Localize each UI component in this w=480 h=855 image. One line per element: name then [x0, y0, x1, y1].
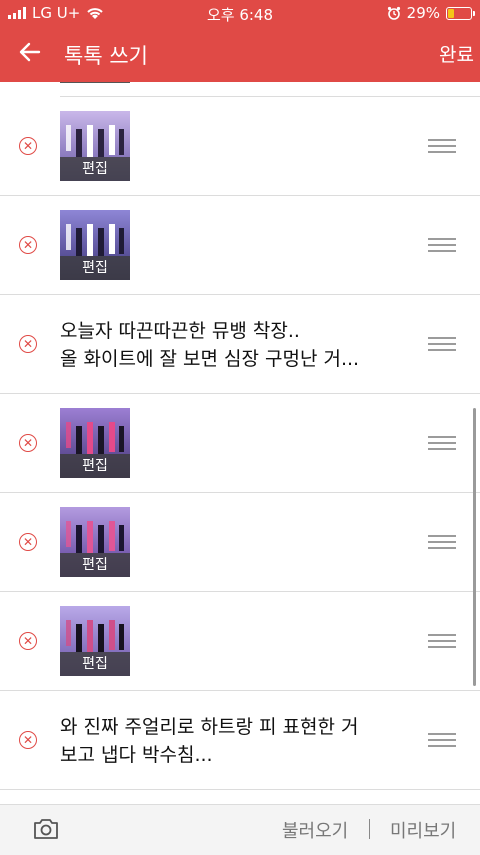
x-icon: ✕ — [22, 337, 34, 351]
drag-handle-icon[interactable] — [428, 733, 456, 751]
edit-image-button[interactable]: 편집 — [60, 157, 130, 181]
image-thumbnail[interactable]: 편집 — [60, 507, 130, 577]
text-row: ✕ 오늘자 따끈따끈한 뮤뱅 착장.. 올 화이트에 잘 보면 심장 구멍난 거… — [0, 295, 480, 394]
drag-handle-icon[interactable] — [428, 436, 456, 454]
image-thumbnail[interactable]: 편집 — [60, 111, 130, 181]
status-bar: LG U+ 오후 6:48 29% — [0, 0, 480, 26]
image-row: ✕ 편집 — [0, 97, 480, 196]
remove-item-button[interactable]: ✕ — [19, 731, 37, 749]
image-row: ✕ 편집 — [0, 394, 480, 493]
x-icon: ✕ — [22, 733, 34, 747]
edit-image-button[interactable]: 편집 — [60, 652, 130, 676]
drag-handle-icon[interactable] — [428, 634, 456, 652]
remove-item-button[interactable]: ✕ — [19, 335, 37, 353]
x-icon: ✕ — [22, 535, 34, 549]
back-arrow-icon — [19, 42, 41, 62]
x-icon: ✕ — [22, 238, 34, 252]
x-icon: ✕ — [22, 634, 34, 648]
scrollbar[interactable] — [473, 408, 476, 686]
text-block[interactable]: 와 진짜 주얼리로 하트랑 피 표현한 거 보고 냅다 박수침... — [60, 713, 400, 769]
battery-icon — [446, 6, 475, 20]
preview-button[interactable]: 미리보기 — [390, 817, 456, 843]
edit-image-button[interactable]: 편집 — [60, 553, 130, 577]
image-row: ✕ 편집 — [0, 196, 480, 295]
text-line: 오늘자 따끈따끈한 뮤뱅 착장.. — [60, 320, 300, 342]
app-header: LG U+ 오후 6:48 29% 톡톡 쓰기 완료 — [0, 0, 480, 82]
image-thumbnail[interactable]: 편집 — [60, 408, 130, 478]
image-row: ✕ 편집 — [0, 592, 480, 691]
drag-handle-icon[interactable] — [428, 238, 456, 256]
x-icon: ✕ — [22, 139, 34, 153]
page-title: 톡톡 쓰기 — [64, 44, 148, 68]
drag-handle-icon[interactable] — [428, 139, 456, 157]
image-row: ✕ 편집 — [0, 493, 480, 592]
post-content-list: ✕ 편집 ✕ 편집 ✕ 오늘자 따끈따끈한 뮤뱅 착장.. 올 화이트에 잘 보… — [0, 82, 480, 804]
image-thumbnail[interactable]: 편집 — [60, 606, 130, 676]
remove-item-button[interactable]: ✕ — [19, 434, 37, 452]
partial-row — [60, 82, 480, 97]
drag-handle-icon[interactable] — [428, 535, 456, 553]
bottom-toolbar: 불러오기 미리보기 — [0, 804, 480, 855]
battery-percent: 29% — [406, 4, 440, 22]
footer-separator — [369, 819, 370, 839]
remove-item-button[interactable]: ✕ — [19, 236, 37, 254]
camera-icon[interactable] — [32, 817, 60, 841]
edit-image-button[interactable]: 편집 — [60, 454, 130, 478]
x-icon: ✕ — [22, 436, 34, 450]
load-button[interactable]: 불러오기 — [282, 817, 348, 843]
remove-item-button[interactable]: ✕ — [19, 632, 37, 650]
remove-item-button[interactable]: ✕ — [19, 533, 37, 551]
edit-image-button[interactable]: 편집 — [60, 256, 130, 280]
alarm-icon — [387, 6, 400, 20]
done-button[interactable]: 완료 — [439, 40, 474, 67]
text-line: 보고 냅다 박수침... — [60, 744, 213, 766]
drag-handle-icon[interactable] — [428, 337, 456, 355]
remove-item-button[interactable]: ✕ — [19, 137, 37, 155]
nav-bar: 톡톡 쓰기 완료 — [0, 32, 480, 76]
text-row: ✕ 와 진짜 주얼리로 하트랑 피 표현한 거 보고 냅다 박수침... — [0, 691, 480, 790]
text-line: 와 진짜 주얼리로 하트랑 피 표현한 거 — [60, 716, 359, 738]
image-thumbnail[interactable]: 편집 — [60, 210, 130, 280]
text-line: 올 화이트에 잘 보면 심장 구멍난 거... — [60, 348, 360, 370]
text-block[interactable]: 오늘자 따끈따끈한 뮤뱅 착장.. 올 화이트에 잘 보면 심장 구멍난 거..… — [60, 317, 400, 373]
back-button[interactable] — [14, 36, 46, 68]
